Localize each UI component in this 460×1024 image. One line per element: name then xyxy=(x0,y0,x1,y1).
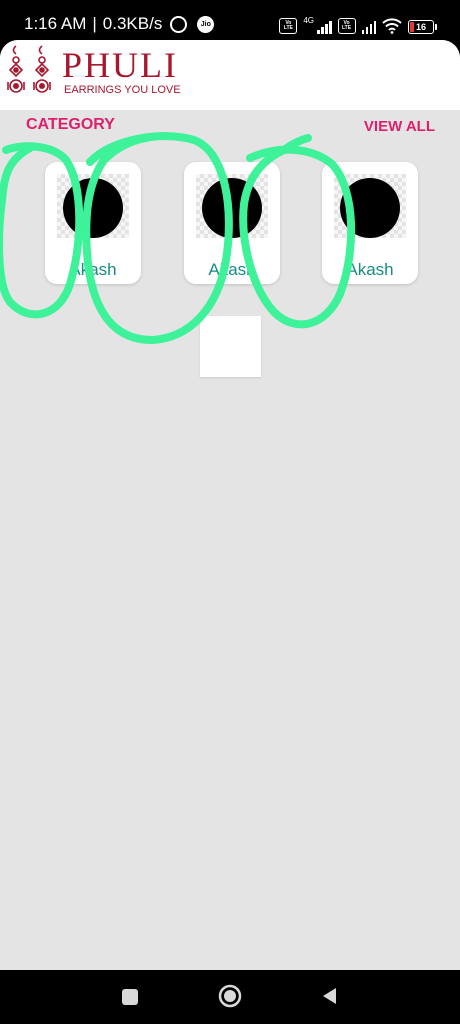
category-card-3[interactable]: Akash xyxy=(322,162,418,284)
signal-icon-2 xyxy=(361,20,376,34)
back-triangle-icon[interactable] xyxy=(320,986,338,1006)
earrings-icon xyxy=(4,44,56,105)
category-image xyxy=(63,178,123,238)
volte-icon-2: Vo LTE xyxy=(337,18,356,34)
status-left: 1:16 AM | 0.3KB/s Jio xyxy=(24,14,215,34)
category-label: Akash xyxy=(346,260,394,279)
app-screen: PHULI EARRINGS YOU LOVE CATEGORY VIEW AL… xyxy=(0,40,460,970)
battery-level: 16 xyxy=(415,22,426,32)
status-separator: | xyxy=(92,14,97,33)
recents-square-icon[interactable] xyxy=(122,989,138,1005)
category-image xyxy=(202,178,262,238)
loading-placeholder xyxy=(200,316,261,377)
navigation-bar xyxy=(0,970,460,1024)
category-card-1[interactable]: Akash xyxy=(45,162,141,284)
category-title: CATEGORY xyxy=(26,116,115,133)
status-speed: 0.3KB/s xyxy=(102,14,163,33)
category-label: Akash xyxy=(69,260,117,279)
alarm-icon xyxy=(170,15,188,33)
signal-icon xyxy=(317,20,332,34)
battery-charge-fill xyxy=(410,22,414,32)
app-header: PHULI EARRINGS YOU LOVE xyxy=(0,40,460,110)
battery-icon: 16 xyxy=(408,20,437,34)
view-all-button[interactable]: VIEW ALL xyxy=(364,118,435,135)
status-right: Vo LTE 4G Vo LTE 16 xyxy=(279,16,437,34)
brand-tagline: EARRINGS YOU LOVE xyxy=(64,84,181,96)
status-time: 1:16 AM xyxy=(24,14,87,33)
category-card-2[interactable]: Akash xyxy=(184,162,280,284)
brand-name: PHULI xyxy=(62,45,178,85)
network-type-label: 4G xyxy=(303,16,314,25)
volte-icon: Vo LTE xyxy=(279,18,298,34)
category-image xyxy=(340,178,400,238)
category-label: Akash xyxy=(208,260,256,279)
wifi-icon xyxy=(382,18,402,34)
home-circle-icon[interactable] xyxy=(218,984,242,1008)
jio-icon: Jio xyxy=(197,15,215,33)
